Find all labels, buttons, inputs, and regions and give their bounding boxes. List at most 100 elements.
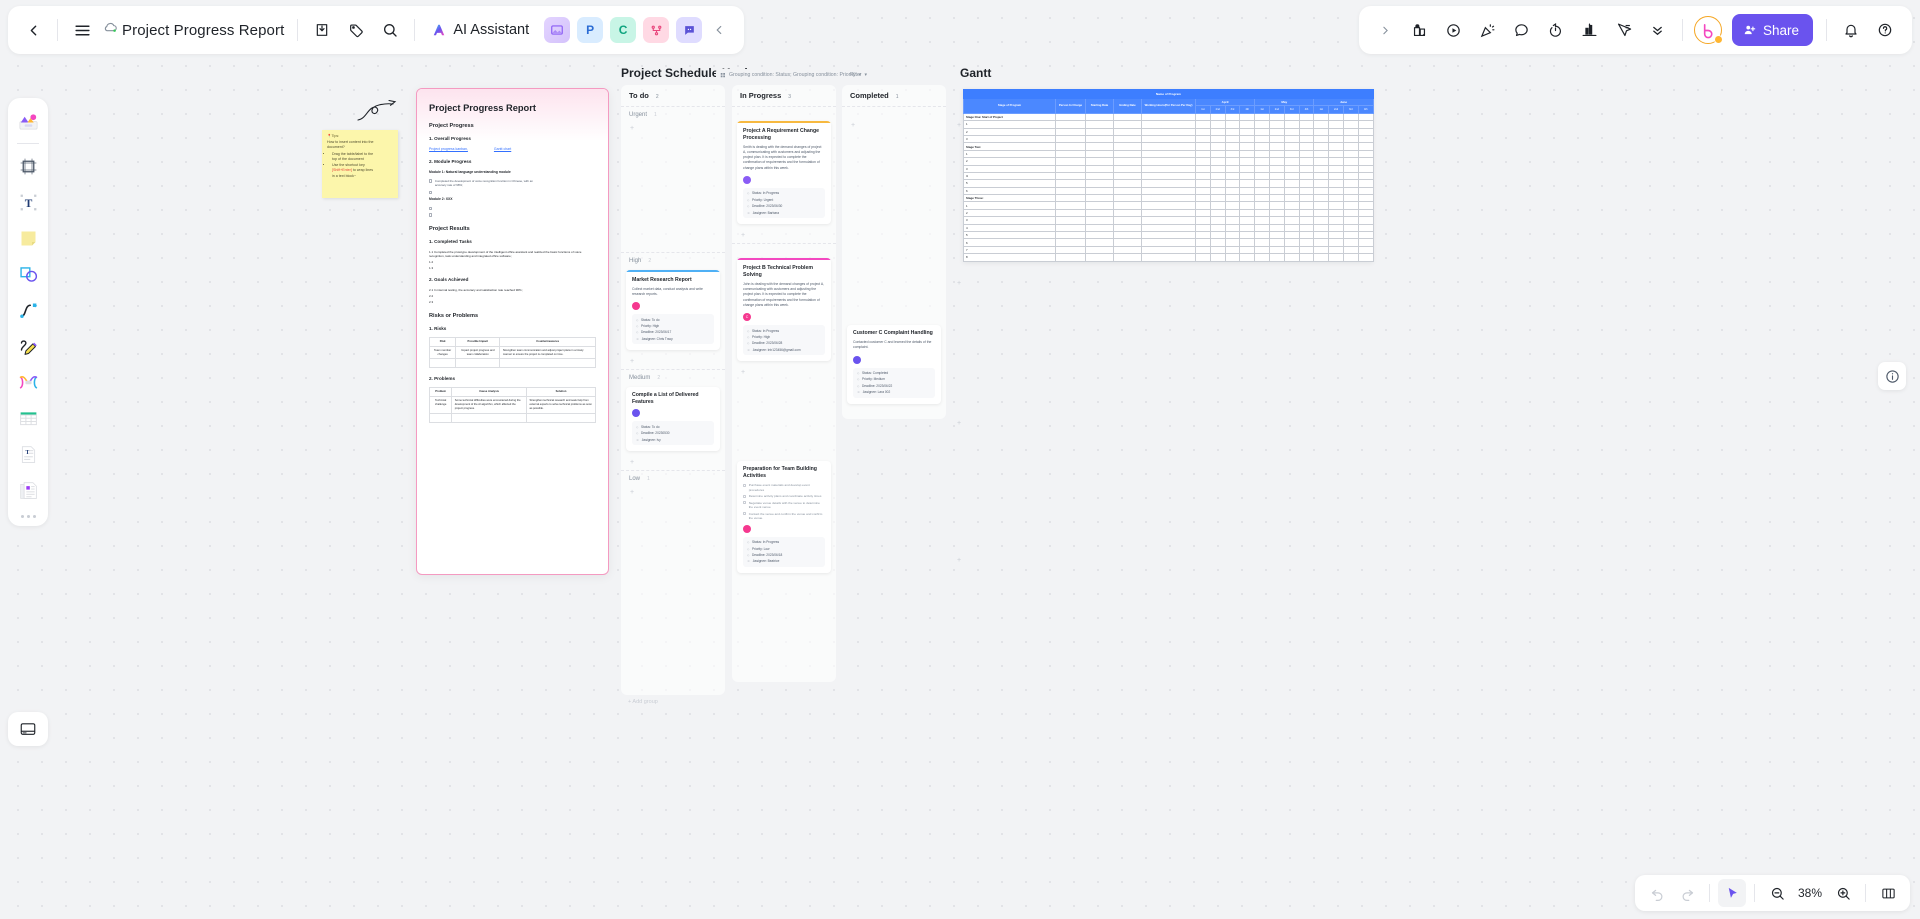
gantt-cell[interactable] — [1113, 134, 1142, 144]
gantt-cell[interactable] — [1224, 134, 1241, 144]
gantt-cell[interactable] — [1283, 127, 1300, 136]
gantt-cell[interactable] — [1342, 201, 1359, 210]
gantt-cell[interactable] — [1254, 253, 1270, 262]
gantt-cell[interactable] — [1283, 164, 1300, 173]
table-row[interactable] — [428, 413, 597, 424]
gantt-cell[interactable] — [1239, 186, 1256, 196]
gantt-cell[interactable] — [1113, 194, 1142, 203]
gantt-cell[interactable] — [1113, 157, 1142, 166]
doc-task-item[interactable] — [429, 206, 596, 210]
gantt-cell[interactable] — [1141, 186, 1196, 196]
gantt-cell[interactable] — [1239, 245, 1256, 255]
table-tool[interactable] — [11, 401, 45, 435]
gantt-cell[interactable] — [1313, 231, 1330, 240]
gantt-cell[interactable] — [1055, 120, 1086, 129]
gantt-cell[interactable] — [1357, 164, 1374, 173]
gantt-cell[interactable] — [1239, 194, 1256, 203]
gantt-cell[interactable] — [1239, 164, 1256, 173]
text-tool[interactable]: T — [11, 185, 45, 219]
gantt-cell[interactable] — [1328, 201, 1344, 210]
cursor-select-icon[interactable] — [1607, 13, 1641, 47]
gantt-cell[interactable] — [1224, 238, 1241, 247]
gantt-cell[interactable] — [1283, 179, 1300, 188]
gantt-cell[interactable] — [1342, 194, 1359, 203]
gantt-cell[interactable] — [1055, 216, 1086, 225]
bot-avatar[interactable] — [1693, 16, 1723, 44]
gantt-cell[interactable] — [1283, 231, 1300, 240]
gantt-cell[interactable] — [1298, 223, 1315, 233]
zoom-level[interactable]: 38% — [1793, 886, 1827, 900]
gantt-cell[interactable] — [1268, 127, 1285, 136]
gantt-cell[interactable] — [1313, 171, 1330, 181]
gantt-cell[interactable] — [1224, 120, 1241, 129]
gantt-cell[interactable] — [1195, 179, 1211, 188]
gantt-cell[interactable] — [1298, 194, 1315, 203]
gantt-cell[interactable] — [1141, 208, 1196, 218]
gantt-item-row[interactable]: 6 — [963, 238, 1374, 247]
undo-button[interactable] — [1643, 879, 1671, 907]
gantt-cell[interactable] — [1055, 245, 1086, 255]
gantt-cell[interactable] — [1224, 142, 1241, 151]
gantt-cell[interactable] — [1224, 149, 1241, 159]
gantt-cell[interactable] — [1209, 127, 1226, 136]
gantt-cell[interactable] — [1239, 157, 1256, 166]
gantt-cell[interactable] — [1298, 164, 1315, 173]
grouping-condition-chip[interactable]: Grouping condition: Status; Grouping con… — [716, 69, 866, 80]
gantt-cell[interactable] — [1254, 186, 1270, 196]
gantt-cell[interactable] — [1195, 134, 1211, 144]
gantt-cell[interactable] — [1254, 171, 1270, 181]
gantt-cell[interactable] — [1254, 231, 1270, 240]
gantt-cell[interactable] — [1224, 186, 1241, 196]
gantt-cell[interactable] — [1055, 142, 1086, 151]
gantt-cell[interactable] — [1055, 253, 1086, 262]
gantt-cell[interactable] — [1055, 208, 1086, 218]
gantt-cell[interactable] — [1357, 157, 1374, 166]
gantt-cell[interactable] — [1268, 171, 1285, 181]
gantt-cell[interactable] — [1224, 127, 1241, 136]
gantt-cell[interactable] — [1254, 120, 1270, 129]
gantt-cell[interactable] — [1298, 253, 1315, 262]
gantt-cell[interactable] — [1283, 142, 1300, 151]
gantt-cell[interactable] — [1195, 142, 1211, 151]
gantt-cell[interactable] — [1328, 208, 1344, 218]
gantt-cell[interactable] — [1313, 134, 1330, 144]
cursor-pointer-button[interactable] — [1718, 879, 1746, 907]
gantt-cell[interactable] — [1357, 171, 1374, 181]
bell-icon[interactable] — [1834, 13, 1868, 47]
zoom-out-button[interactable] — [1763, 879, 1791, 907]
gantt-item-row[interactable]: 3 — [963, 164, 1374, 173]
gantt-item-row[interactable]: 5 — [963, 179, 1374, 188]
gantt-cell[interactable] — [1268, 112, 1285, 122]
gantt-cell[interactable] — [1209, 120, 1226, 129]
gantt-cell[interactable] — [1055, 171, 1086, 181]
gantt-cell[interactable] — [1357, 216, 1374, 225]
gantt-cell[interactable] — [1357, 149, 1374, 159]
gantt-cell[interactable] — [1313, 120, 1330, 129]
gantt-item-row[interactable]: 4 — [963, 171, 1374, 181]
gantt-cell[interactable] — [1209, 238, 1226, 247]
card-todo-item[interactable]: Determine activity plans and coordinate … — [743, 494, 825, 498]
gantt-cell[interactable] — [1055, 179, 1086, 188]
gantt-cell[interactable] — [1342, 245, 1359, 255]
gantt-item-row[interactable]: 2 — [963, 157, 1374, 166]
gantt-cell[interactable] — [1342, 223, 1359, 233]
gantt-cell[interactable] — [1357, 223, 1374, 233]
gantt-cell[interactable] — [1085, 253, 1114, 262]
checkbox-icon[interactable] — [743, 483, 747, 487]
gantt-cell[interactable] — [1254, 194, 1270, 203]
gantt-cell[interactable] — [1113, 149, 1142, 159]
avatar[interactable] — [743, 524, 751, 533]
gantt-cell[interactable] — [1283, 201, 1300, 210]
app-chip-presentation[interactable]: P — [577, 17, 604, 43]
gantt-item-row[interactable]: 8 — [963, 253, 1374, 262]
gantt-cell[interactable] — [1141, 149, 1196, 159]
problem-table[interactable]: Problem Cause Analysis Solution Technica… — [428, 387, 597, 424]
gantt-cell[interactable] — [1209, 149, 1226, 159]
kanban-card-project-b[interactable]: Project B Technical Problem Solving John… — [737, 258, 831, 362]
gantt-cell[interactable] — [1209, 157, 1226, 166]
gantt-stage-row[interactable]: Stage One: Start of Project — [963, 112, 1374, 122]
gantt-cell[interactable] — [1113, 216, 1142, 225]
gantt-cell[interactable] — [1313, 149, 1330, 159]
gantt-cell[interactable] — [1141, 127, 1196, 136]
frame-tool[interactable] — [11, 149, 45, 183]
